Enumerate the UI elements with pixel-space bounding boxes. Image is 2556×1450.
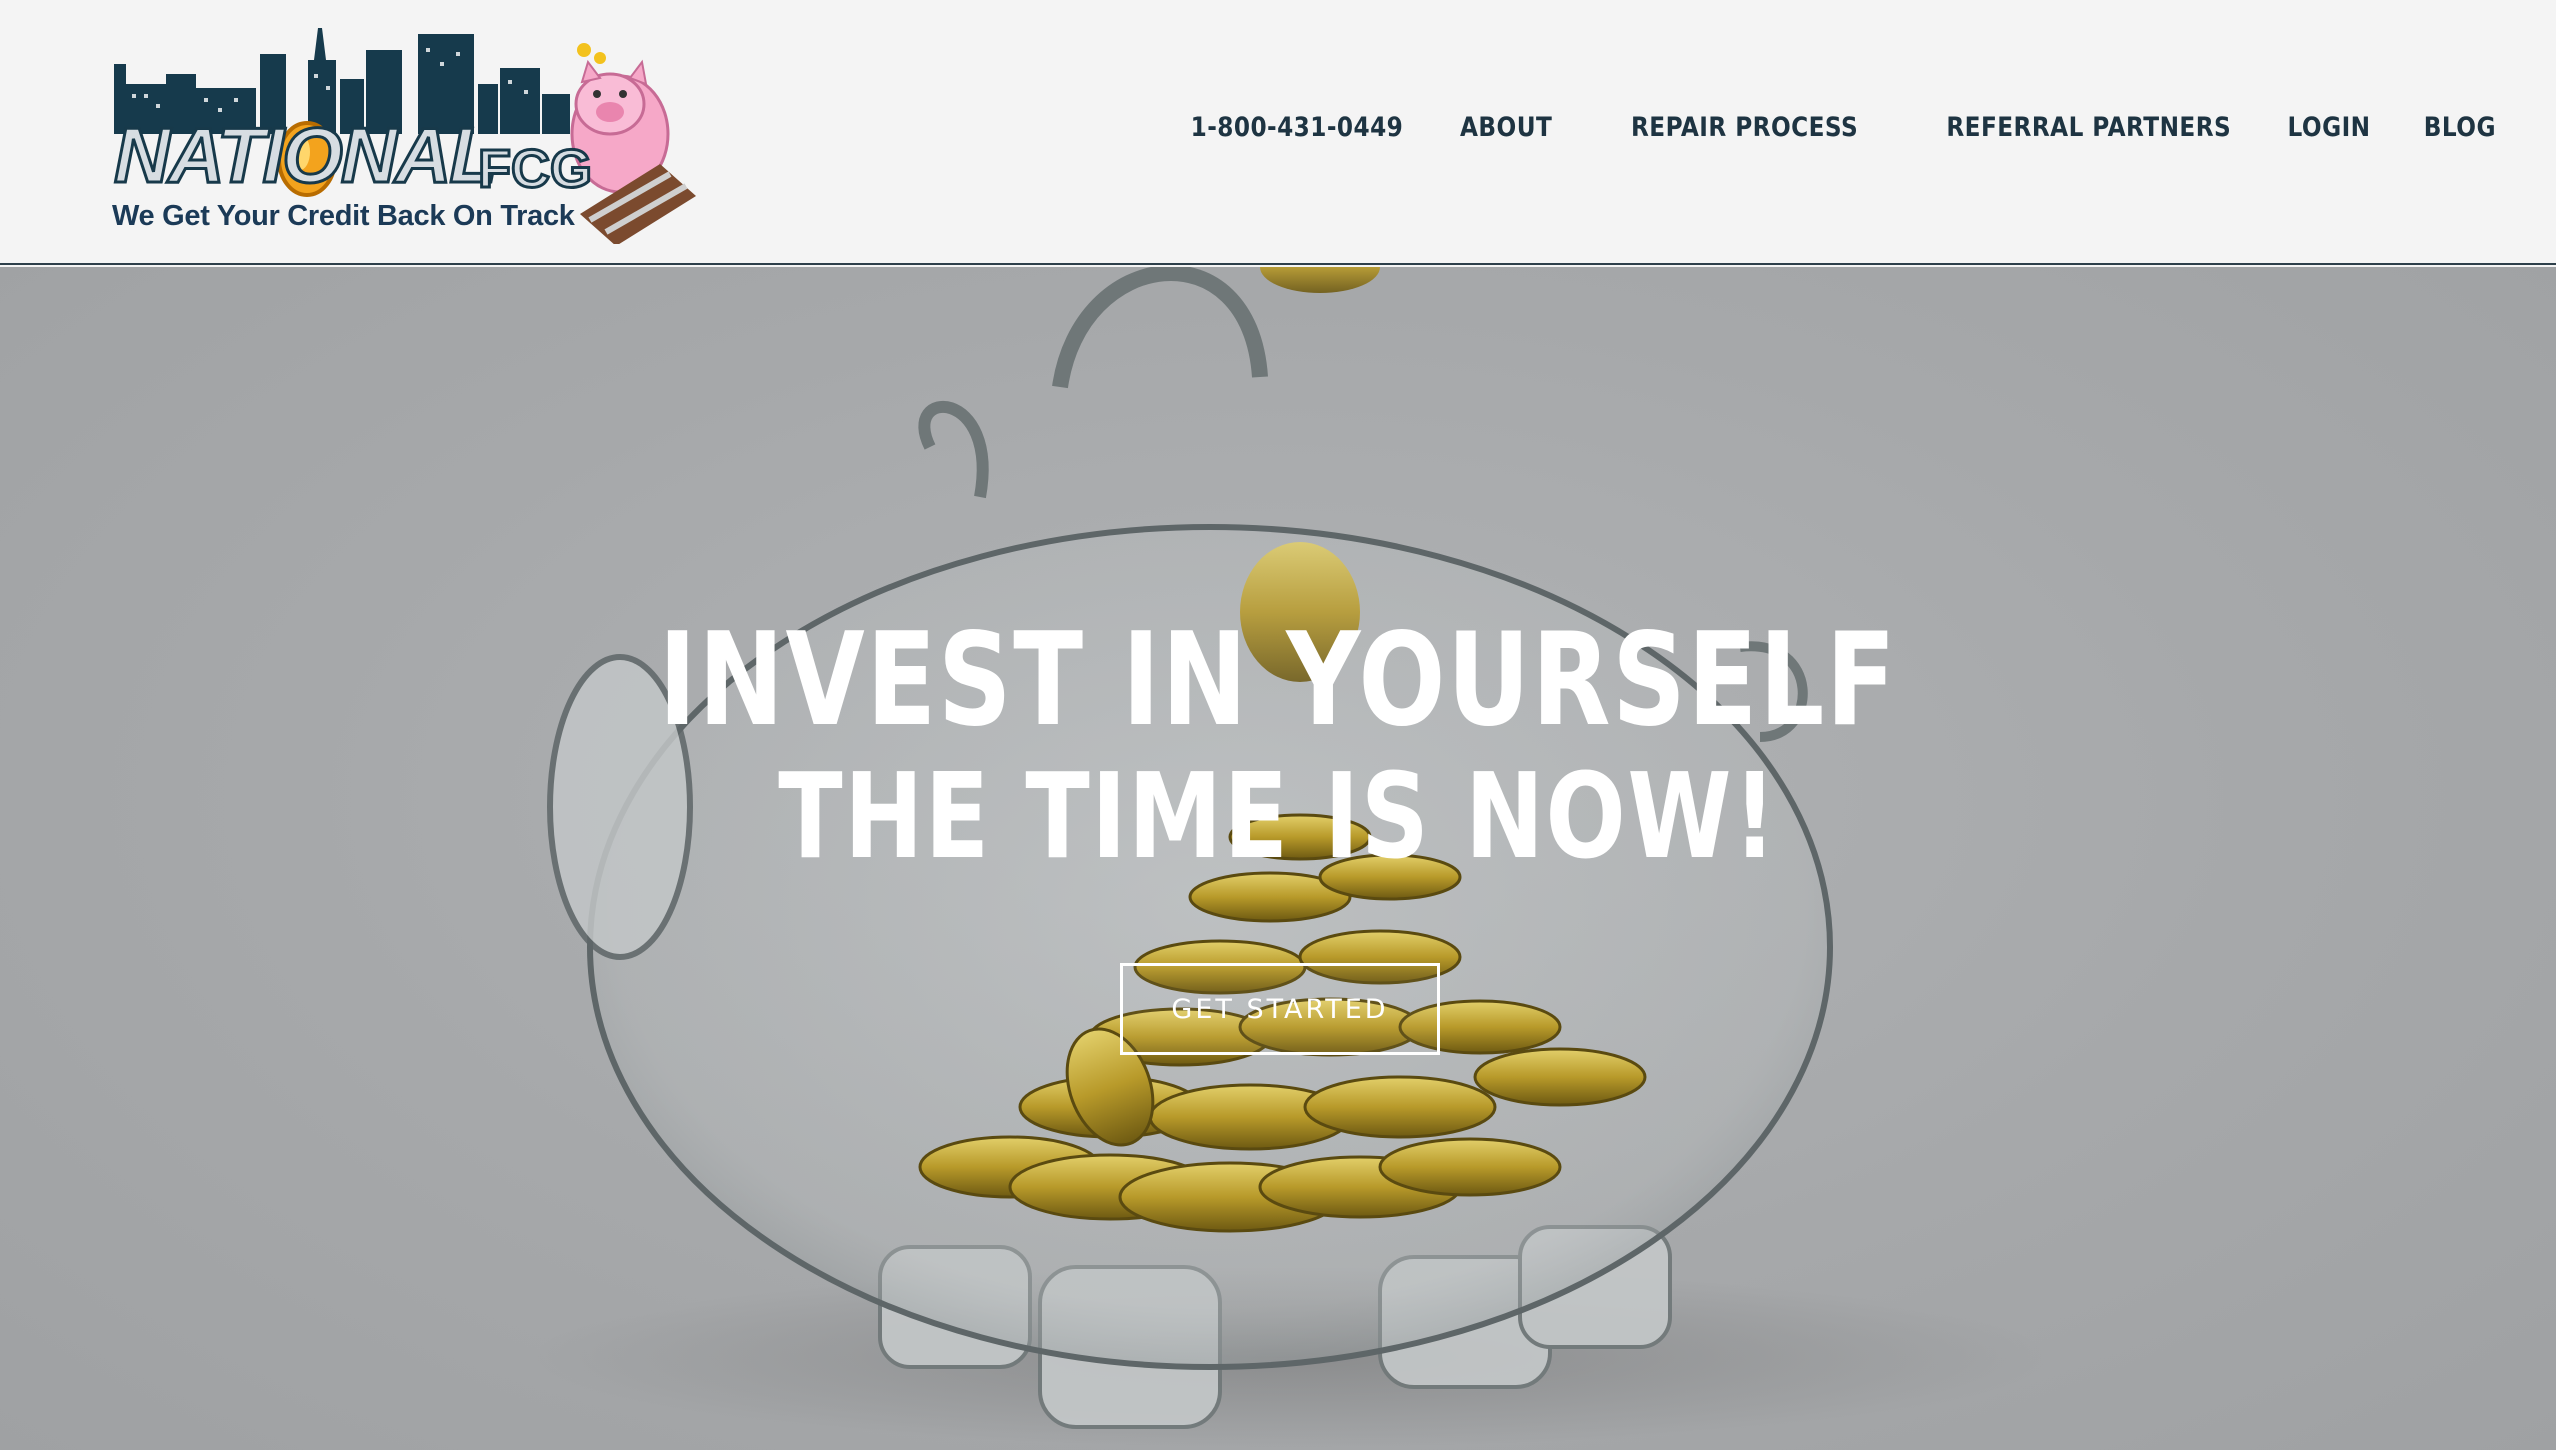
nav-item-about[interactable]: ABOUT [1460, 108, 1552, 148]
site-header: NATIONAL FCG We Get Your Credit Back On … [0, 0, 2556, 265]
hero-section: INVEST IN YOURSELF THE TIME IS NOW! GET … [0, 267, 2556, 1450]
nav-item-blog[interactable]: BLOG [2424, 108, 2496, 148]
brand-logo[interactable]: NATIONAL FCG We Get Your Credit Back On … [100, 24, 710, 244]
nav-item-referral-partners[interactable]: REFERRAL PARTNERS [1947, 108, 2232, 148]
main-nav: 1-800-431-0449 ABOUT REPAIR PROCESS REFE… [1156, 108, 2496, 148]
brand-tagline: We Get Your Credit Back On Track [112, 200, 575, 232]
brand-suffix: FCG [477, 139, 594, 199]
brand-name: NATIONAL [112, 111, 498, 199]
nav-item-repair-process[interactable]: REPAIR PROCESS [1631, 108, 1858, 148]
hero-headline: INVEST IN YOURSELF [658, 606, 1898, 755]
nav-phone-link[interactable]: 1-800-431-0449 [1190, 108, 1403, 148]
hero-subheadline: THE TIME IS NOW! [778, 747, 1778, 885]
nav-item-login[interactable]: LOGIN [2287, 108, 2370, 148]
get-started-button[interactable]: GET STARTED [1120, 963, 1440, 1055]
